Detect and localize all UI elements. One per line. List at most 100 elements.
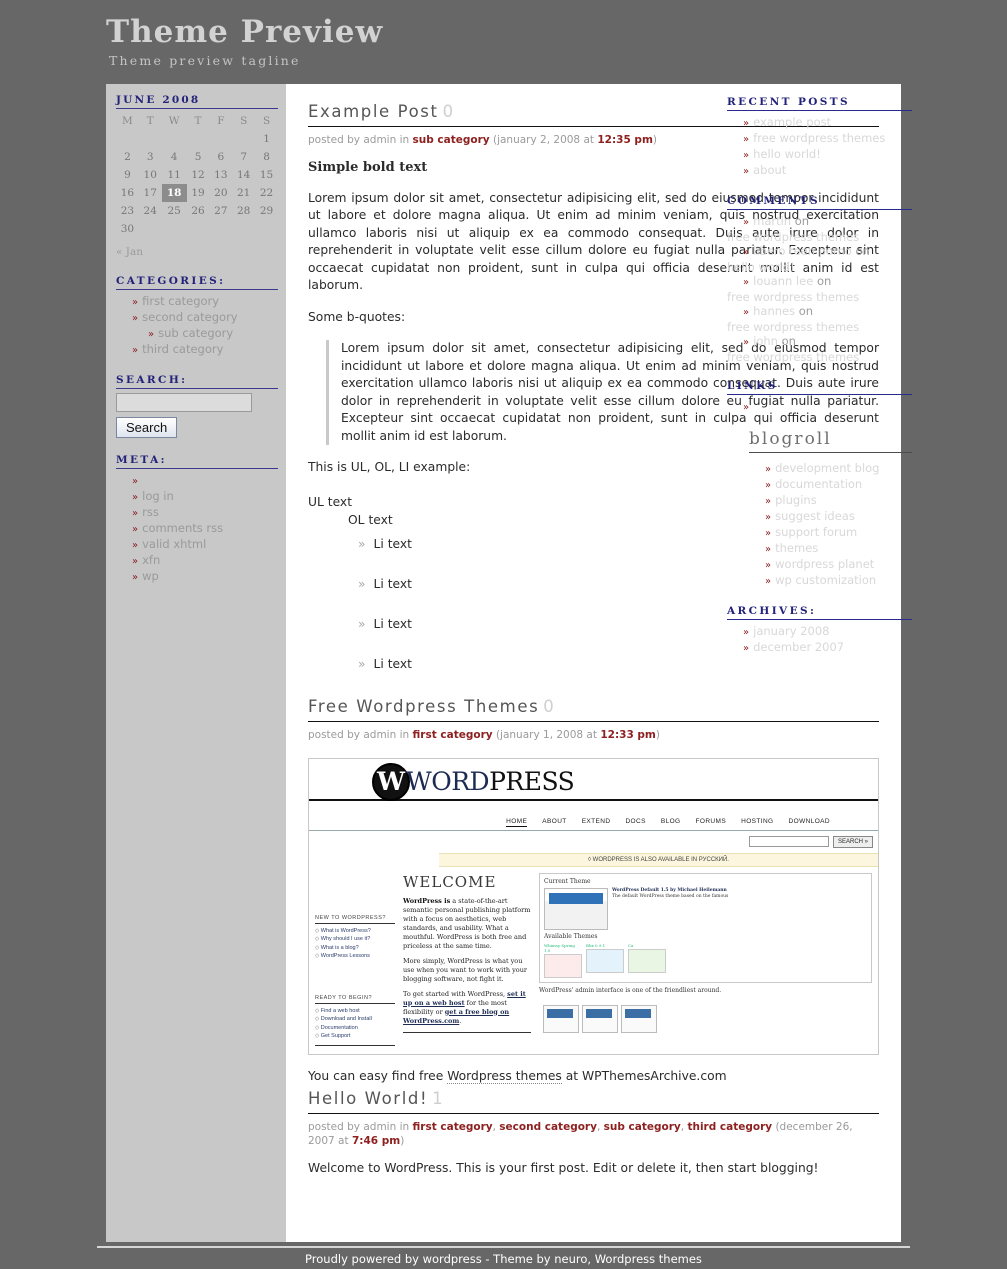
list-item[interactable]: What is WordPress? (315, 927, 395, 936)
list-item[interactable]: » themes (765, 541, 912, 557)
calendar-day[interactable]: 15 (255, 166, 278, 184)
wordpress-screenshot-image[interactable]: W WORDPRESS HOME ABOUT EXTEND DOCS BLOG FORUM… (308, 757, 879, 1055)
list-item[interactable]: Download and Install (315, 1015, 395, 1024)
list-item[interactable]: » documentation (765, 477, 912, 493)
list-item[interactable]: Find a web host (315, 1007, 395, 1016)
calendar-day[interactable]: 18 (161, 184, 187, 202)
list-item[interactable]: WordPress Lessons (315, 952, 395, 961)
calendar-day[interactable]: 20 (209, 184, 232, 202)
calendar-day[interactable]: 2 (116, 148, 139, 166)
comment-post-ref[interactable]: hello world! (727, 260, 912, 274)
list-item[interactable]: » log in (132, 489, 278, 505)
wordpress-nav-item[interactable]: ABOUT (542, 818, 566, 827)
comment-post-ref[interactable]: free wordpress themes (727, 290, 912, 304)
calendar-day[interactable]: 24 (139, 202, 162, 220)
list-item[interactable]: Get Support (315, 1032, 395, 1041)
wordpress-nav-item[interactable]: BLOG (661, 818, 681, 827)
comment-item[interactable]: » libero teen porno on hello world! (727, 244, 912, 274)
comment-item[interactable]: » louann lee on free wordpress themes (727, 274, 912, 304)
calendar-day[interactable]: 13 (209, 166, 232, 184)
list-item[interactable]: What is a blog? (315, 944, 395, 953)
comment-item[interactable]: » martin on free wordpress themes (727, 214, 912, 244)
post-category-link[interactable]: first category (413, 729, 493, 741)
list-item[interactable]: » plugins (765, 493, 912, 509)
calendar-day[interactable]: 28 (232, 202, 255, 220)
list-item[interactable]: » third category (132, 342, 278, 358)
list-item[interactable]: » december 2007 (743, 640, 912, 656)
post-category-link[interactable]: sub category (413, 134, 490, 146)
calendar-day[interactable]: 26 (187, 202, 210, 220)
calendar-day[interactable]: 12 (187, 166, 210, 184)
post-category-link[interactable]: sub category (604, 1121, 681, 1133)
chevron-right-icon: » (765, 464, 772, 475)
list-item[interactable]: » comments rss (132, 521, 278, 537)
calendar-day[interactable]: 11 (162, 166, 187, 184)
comment-item[interactable]: » john on free wordpress themes (727, 334, 912, 364)
search-input[interactable] (116, 393, 252, 412)
list-item[interactable]: » development blog (765, 461, 912, 477)
comment-post-ref[interactable]: free wordpress themes (727, 320, 912, 334)
calendar-day[interactable]: 3 (139, 148, 162, 166)
list-item[interactable]: » second category (132, 310, 278, 326)
calendar-day[interactable]: 30 (116, 220, 139, 238)
calendar-day[interactable]: 22 (255, 184, 278, 202)
calendar-day[interactable]: 21 (232, 184, 255, 202)
post-category-link[interactable]: first category (413, 1121, 493, 1133)
list-item[interactable]: » january 2008 (743, 624, 912, 640)
calendar-day[interactable]: 7 (232, 148, 255, 166)
list-item[interactable]: » support forum (765, 525, 912, 541)
comment-post-ref[interactable]: free wordpress themes (727, 230, 912, 244)
calendar-day[interactable]: 25 (162, 202, 187, 220)
list-item[interactable]: » about (743, 163, 912, 179)
wordpress-nav-item[interactable]: DOWNLOAD (789, 818, 830, 827)
list-item[interactable]: » example post (743, 115, 912, 131)
search-submit-button[interactable]: Search (116, 417, 178, 438)
calendar-day[interactable]: 4 (162, 148, 187, 166)
wordpress-nav-item[interactable]: HOME (506, 818, 528, 827)
calendar-day[interactable]: 1 (255, 130, 278, 148)
available-themes-row: Whimsy Spring 1.0 Blix 0.9.1 Ca (544, 943, 867, 978)
list-item[interactable]: » suggest ideas (765, 509, 912, 525)
wordpress-themes-link[interactable]: Wordpress themes (447, 1068, 562, 1084)
calendar-day[interactable]: 14 (232, 166, 255, 184)
list-item[interactable]: Documentation (315, 1024, 395, 1033)
comment-item[interactable]: » hannes on free wordpress themes (727, 304, 912, 334)
post-category-link[interactable]: third category (687, 1121, 772, 1133)
wordpress-nav-item[interactable]: EXTEND (582, 818, 611, 827)
list-item[interactable]: » hello world! (743, 147, 912, 163)
calendar-prev-link[interactable]: « Jan (116, 238, 278, 261)
calendar-day[interactable]: 27 (209, 202, 232, 220)
list-item[interactable]: » wp customization (765, 573, 912, 589)
calendar-day[interactable]: 8 (255, 148, 278, 166)
wordpress-nav-item[interactable]: HOSTING (741, 818, 773, 827)
chevron-right-icon: » (358, 616, 366, 631)
wordpress-search-input[interactable] (748, 835, 829, 847)
calendar-day[interactable]: 9 (116, 166, 139, 184)
calendar-day[interactable]: 10 (139, 166, 162, 184)
calendar-day[interactable]: 5 (187, 148, 210, 166)
post-category-link[interactable]: second category (499, 1121, 597, 1133)
list-item[interactable]: » sub category (132, 326, 278, 342)
wordpress-nav-item[interactable]: DOCS (625, 818, 645, 827)
calendar-day[interactable]: 6 (209, 148, 232, 166)
calendar-day[interactable]: 17 (139, 184, 162, 202)
list-item[interactable]: » valid xhtml (132, 537, 278, 553)
calendar-day[interactable]: 19 (187, 184, 210, 202)
wordpress-search-button[interactable]: SEARCH » (832, 835, 873, 848)
list-item[interactable]: » first category (132, 294, 278, 310)
list-item[interactable]: » free wordpress themes (743, 131, 912, 147)
calendar-day[interactable]: 16 (116, 184, 139, 202)
list-item[interactable]: » xfn (132, 553, 278, 569)
comment-author: louann lee (753, 274, 814, 288)
comment-post-ref[interactable]: free wordpress themes (727, 350, 912, 364)
list-item[interactable]: » rss (132, 505, 278, 521)
calendar-day[interactable]: 29 (255, 202, 278, 220)
list-item[interactable]: » wp (132, 569, 278, 585)
post-title[interactable]: Hello World! 1 (308, 1089, 879, 1114)
chevron-right-icon: » (743, 150, 750, 161)
wordpress-nav-item[interactable]: FORUMS (696, 818, 727, 827)
post-title[interactable]: Free Wordpress Themes 0 (308, 697, 879, 722)
calendar-day[interactable]: 23 (116, 202, 139, 220)
list-item[interactable]: » wordpress planet (765, 557, 912, 573)
list-item[interactable]: Why should I use it? (315, 935, 395, 944)
